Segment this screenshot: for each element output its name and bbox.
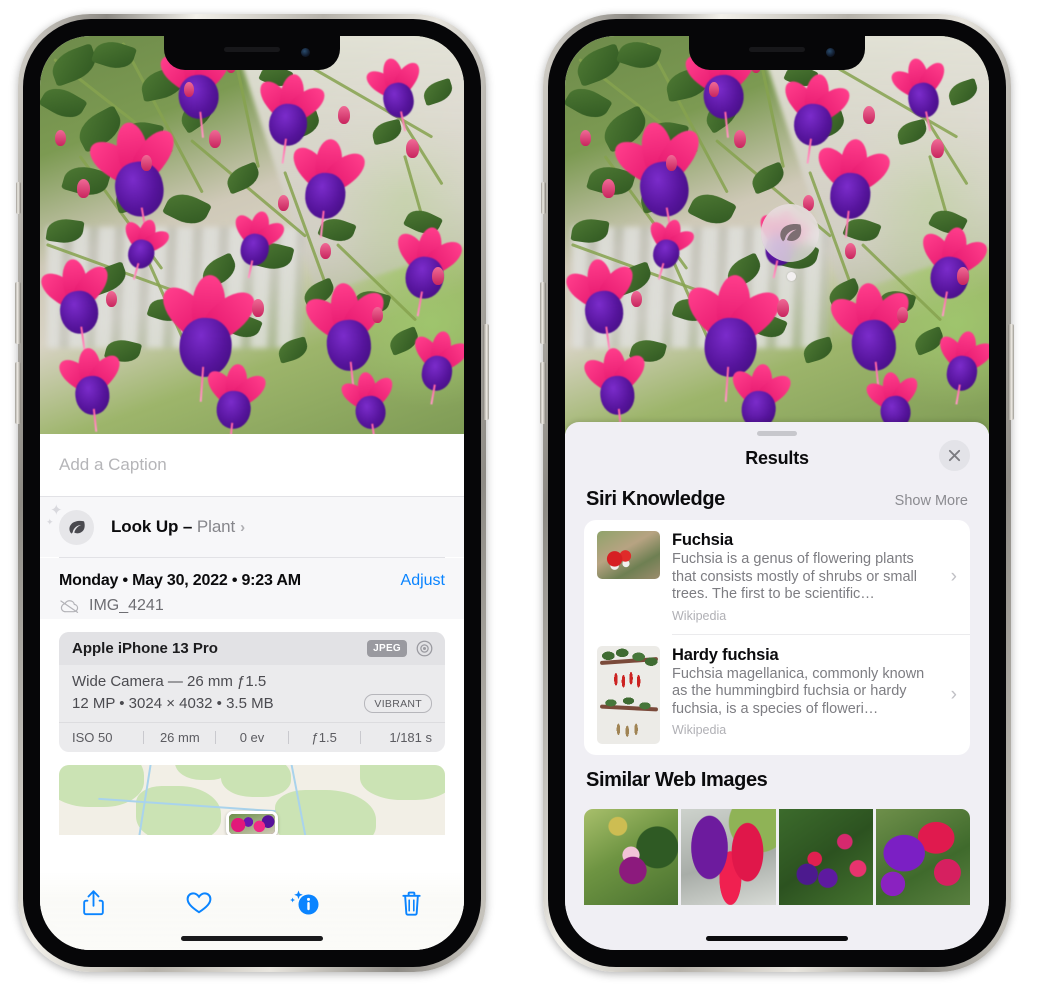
home-indicator[interactable] bbox=[706, 936, 848, 941]
result-thumbnail bbox=[597, 531, 660, 579]
result-description: Fuchsia is a genus of flowering plants t… bbox=[672, 551, 917, 602]
look-up-category: Plant bbox=[196, 517, 236, 536]
photo-info-sheet: Add a Caption ✦ ✦ Look Up – Plant › Mond… bbox=[40, 434, 464, 950]
siri-knowledge-header: Siri Knowledge Show More bbox=[565, 480, 989, 520]
close-button[interactable] bbox=[939, 440, 970, 471]
iphone-right-visual-lookup: Results Siri Knowledge Show More Fuchsia… bbox=[540, 14, 1014, 972]
result-title: Hardy fuchsia bbox=[672, 645, 779, 664]
web-image-1[interactable] bbox=[584, 808, 679, 905]
exif-stat: ISO 50 bbox=[72, 730, 113, 745]
volume-up-button[interactable] bbox=[540, 282, 546, 344]
file-format-badge: JPEG bbox=[367, 640, 407, 657]
photo-viewer-left[interactable] bbox=[40, 36, 464, 434]
exif-card[interactable]: Apple iPhone 13 Pro JPEG Wide Camera — 2… bbox=[59, 632, 445, 752]
show-more-button[interactable]: Show More bbox=[895, 493, 968, 509]
section-title: Siri Knowledge bbox=[586, 488, 725, 510]
caption-placeholder: Add a Caption bbox=[59, 455, 167, 474]
info-sparkle-icon[interactable] bbox=[282, 883, 328, 923]
chevron-right-icon: › bbox=[950, 683, 957, 705]
front-camera-icon bbox=[826, 48, 835, 57]
location-map-thumbnail[interactable] bbox=[59, 765, 445, 835]
result-thumbnail bbox=[597, 645, 660, 744]
exif-header: Apple iPhone 13 Pro JPEG bbox=[59, 632, 445, 665]
chevron-right-icon: › bbox=[240, 519, 246, 536]
camera-aperture-icon bbox=[416, 640, 433, 657]
volume-down-button[interactable] bbox=[540, 362, 546, 424]
earpiece-speaker bbox=[749, 47, 805, 52]
leaf-icon-chip: ✦ ✦ bbox=[46, 503, 94, 545]
resolution-filesize: 12 MP • 3024 × 4032 • 3.5 MB bbox=[72, 695, 274, 712]
section-title: Similar Web Images bbox=[586, 768, 768, 791]
similar-web-images-row bbox=[584, 808, 970, 905]
web-image-3[interactable] bbox=[778, 808, 873, 905]
photo-datetime: Monday • May 30, 2022 • 9:23 AM bbox=[59, 572, 301, 589]
silence-switch[interactable] bbox=[16, 182, 21, 214]
list-item[interactable]: Hardy fuchsia Fuchsia magellanica, commo… bbox=[584, 635, 970, 755]
look-up-label: Look Up – Plant › bbox=[111, 517, 245, 537]
trash-icon[interactable] bbox=[388, 883, 434, 923]
page-title: Results bbox=[745, 447, 809, 468]
home-indicator[interactable] bbox=[181, 936, 323, 941]
leaf-icon bbox=[69, 520, 85, 534]
share-icon[interactable] bbox=[70, 883, 116, 923]
lens-info: Wide Camera — 26 mm ƒ1.5 bbox=[72, 673, 267, 690]
notch bbox=[164, 36, 340, 70]
look-up-bold-text: Look Up – bbox=[111, 517, 197, 536]
photo-location-pin bbox=[226, 811, 278, 835]
look-up-plant-row[interactable]: ✦ ✦ Look Up – Plant › bbox=[40, 497, 464, 557]
photographic-style-badge: VIBRANT bbox=[364, 694, 432, 713]
similar-web-images-header: Similar Web Images bbox=[565, 755, 989, 799]
iphone-left-photos-info: Add a Caption ✦ ✦ Look Up – Plant › Mond… bbox=[15, 14, 489, 972]
result-title: Fuchsia bbox=[672, 531, 733, 549]
exif-body: Wide Camera — 26 mm ƒ1.5 12 MP • 3024 × … bbox=[59, 665, 445, 722]
result-source: Wikipedia bbox=[672, 723, 727, 737]
adjust-button[interactable]: Adjust bbox=[401, 572, 445, 590]
results-sheet: Results Siri Knowledge Show More Fuchsia… bbox=[565, 422, 989, 950]
earpiece-speaker bbox=[224, 47, 280, 52]
camera-device-name: Apple iPhone 13 Pro bbox=[72, 640, 218, 657]
close-icon bbox=[948, 449, 961, 462]
chevron-right-icon: › bbox=[950, 565, 957, 587]
exif-stat: 1/181 s bbox=[389, 730, 433, 745]
result-text: Fuchsia Fuchsia is a genus of flowering … bbox=[672, 531, 958, 623]
siri-knowledge-card: Fuchsia Fuchsia is a genus of flowering … bbox=[584, 520, 970, 755]
exif-stat: ƒ1.5 bbox=[311, 730, 337, 745]
sparkle-icon: ✦ bbox=[50, 501, 63, 519]
leaf-icon bbox=[780, 223, 802, 242]
volume-up-button[interactable] bbox=[15, 282, 21, 344]
result-text: Hardy fuchsia Fuchsia magellanica, commo… bbox=[672, 646, 958, 738]
silence-switch[interactable] bbox=[541, 182, 546, 214]
screenshot-root: Add a Caption ✦ ✦ Look Up – Plant › Mond… bbox=[0, 0, 1055, 985]
result-description: Fuchsia magellanica, commonly known as t… bbox=[672, 665, 925, 717]
front-camera-icon bbox=[301, 48, 310, 57]
web-image-2[interactable] bbox=[681, 808, 776, 905]
power-button[interactable] bbox=[1008, 324, 1014, 420]
icloud-slash-icon bbox=[60, 599, 79, 613]
exif-stats-row: ISO 50 26 mm 0 ev ƒ1.5 1/181 s bbox=[59, 722, 445, 752]
screen-right: Results Siri Knowledge Show More Fuchsia… bbox=[565, 36, 989, 950]
caption-input-row[interactable]: Add a Caption bbox=[40, 434, 464, 496]
exif-stat: 0 ev bbox=[239, 730, 265, 745]
result-source: Wikipedia bbox=[672, 608, 727, 623]
power-button[interactable] bbox=[483, 324, 489, 420]
visual-lookup-leaf-badge[interactable] bbox=[761, 204, 819, 262]
web-image-4[interactable] bbox=[875, 808, 970, 905]
screen-left: Add a Caption ✦ ✦ Look Up – Plant › Mond… bbox=[40, 36, 464, 950]
notch bbox=[689, 36, 865, 70]
volume-down-button[interactable] bbox=[15, 362, 21, 424]
fuchsia-photo bbox=[40, 36, 464, 434]
list-item[interactable]: Fuchsia Fuchsia is a genus of flowering … bbox=[584, 520, 970, 634]
exif-stat: 26 mm bbox=[159, 730, 200, 745]
favorite-heart-icon[interactable] bbox=[176, 883, 222, 923]
sparkle-small-icon: ✦ bbox=[46, 516, 54, 527]
visual-lookup-anchor-dot bbox=[787, 272, 796, 281]
photo-filename: IMG_4241 bbox=[89, 597, 164, 614]
results-header: Results bbox=[565, 436, 989, 480]
photo-metadata-block: Monday • May 30, 2022 • 9:23 AM Adjust I… bbox=[40, 558, 464, 619]
